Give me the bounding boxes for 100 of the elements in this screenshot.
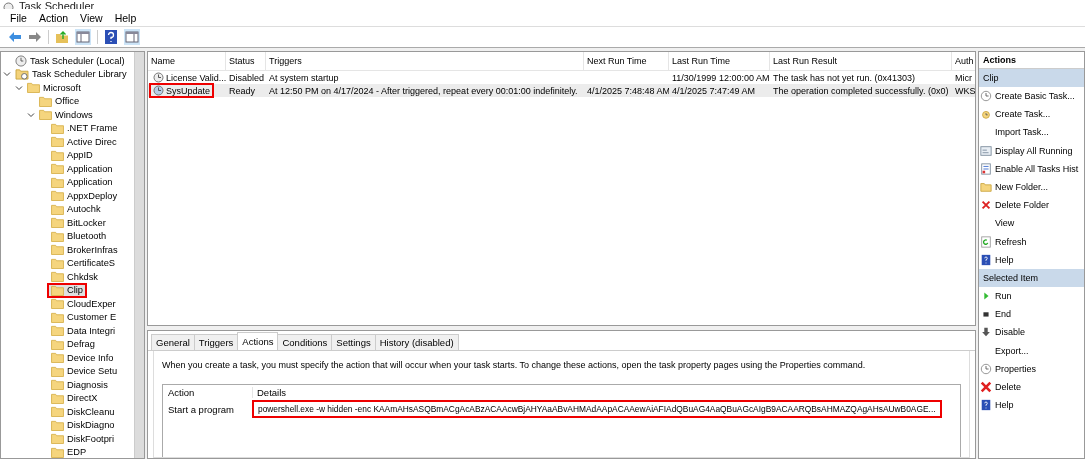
description-text: When you create a task, you must specify the action that will occur when your task starts. To change these actions, open the task property pages using the Properties command.	[162, 360, 867, 370]
folder-icon	[51, 257, 64, 269]
folder-icon	[39, 95, 52, 107]
help-icon[interactable]	[104, 29, 118, 45]
column-header[interactable]: Next Run Time	[584, 52, 669, 71]
column-header[interactable]: Name	[148, 52, 226, 71]
table-cell: Micr	[955, 72, 972, 83]
column-header[interactable]: Last Run Result	[770, 52, 952, 71]
action-item[interactable]: Display All Running	[979, 141, 1084, 160]
column-header[interactable]: Action	[163, 386, 252, 398]
column-header[interactable]: Triggers	[266, 52, 584, 71]
action-item[interactable]: View	[979, 214, 1084, 233]
table-cell: Ready	[229, 85, 255, 96]
section-header[interactable]: Selected Item	[979, 268, 1084, 287]
tree-item[interactable]: AppID	[49, 149, 95, 161]
tree-item[interactable]: BitLocker	[49, 217, 108, 229]
tree-item[interactable]: Defrag	[49, 338, 97, 350]
tree-item[interactable]: Data Integri	[49, 325, 118, 337]
action-item[interactable]: Create Basic Task...	[979, 87, 1084, 106]
tree-item[interactable]: Task Scheduler Library	[13, 68, 129, 81]
tree-item[interactable]: Application	[49, 176, 115, 188]
tree-item[interactable]: Diagnosis	[49, 379, 110, 391]
section-header[interactable]: Clip	[979, 69, 1084, 87]
action-item[interactable]: Create Task...	[979, 105, 1084, 124]
folder-icon	[51, 298, 64, 310]
menu-item[interactable]: View	[74, 10, 109, 25]
forward-arrow-icon[interactable]	[28, 31, 42, 43]
folder-icon	[980, 181, 992, 194]
tree-item[interactable]: CloudExper	[49, 298, 118, 310]
folder-icon	[51, 365, 64, 377]
task-row[interactable]: License Valid...	[148, 71, 226, 84]
panel-toggle-icon[interactable]	[75, 29, 91, 45]
tree-item[interactable]: .NET Frame	[49, 122, 120, 134]
folder-icon	[51, 244, 64, 256]
action-item[interactable]: Export...	[979, 341, 1084, 360]
action-item[interactable]: End	[979, 305, 1084, 324]
tree-item[interactable]: Chkdsk	[49, 271, 100, 283]
expand-chevron-icon[interactable]	[27, 110, 35, 119]
folder-icon	[51, 392, 64, 404]
table-cell-text: Start a program	[167, 403, 235, 415]
action-item[interactable]: Help	[979, 250, 1084, 269]
column-header[interactable]: Status	[226, 52, 266, 71]
back-arrow-icon[interactable]	[8, 31, 22, 43]
action-item[interactable]: Run	[979, 286, 1084, 306]
tree-item[interactable]: Office	[37, 95, 82, 107]
folder-clock-icon	[15, 68, 29, 81]
tab[interactable]: History (disabled)	[374, 334, 459, 350]
expand-chevron-icon[interactable]	[3, 70, 11, 79]
tab[interactable]: Conditions	[277, 334, 333, 350]
action-item[interactable]: Properties	[979, 359, 1084, 378]
action-item[interactable]: Import Task...	[979, 123, 1084, 142]
folder-up-icon[interactable]	[55, 30, 69, 44]
action-item[interactable]: Delete Folder	[979, 196, 1084, 215]
action-item[interactable]: Enable All Tasks Hist	[979, 159, 1084, 178]
tree-item[interactable]: DirectX	[49, 392, 100, 404]
tree-item[interactable]: Windows	[37, 109, 95, 121]
column-header[interactable]: Details	[252, 386, 287, 398]
column-header[interactable]: Last Run Time	[669, 52, 770, 71]
tree-item[interactable]: BrokerInfras	[49, 244, 120, 256]
table-cell: The task has not yet run. (0x41303)	[773, 72, 916, 83]
tree-item[interactable]: Microsoft	[25, 82, 83, 94]
tree-item[interactable]: Active Direc	[49, 136, 119, 148]
tree-item[interactable]: Task Scheduler (Local)	[13, 54, 127, 67]
tree-item[interactable]: Bluetooth	[49, 230, 109, 242]
tree-item[interactable]: Customer E	[49, 311, 119, 323]
tree-item[interactable]: EDP	[49, 446, 89, 458]
tree-item[interactable]: Autochk	[49, 203, 103, 215]
folder-icon	[51, 217, 64, 229]
tree-item[interactable]: DiskCleanu	[49, 406, 117, 418]
folder-icon	[51, 203, 64, 215]
folder-icon	[51, 311, 64, 323]
tree-item[interactable]: AppxDeploy	[49, 190, 120, 202]
tree-item[interactable]: Device Info	[49, 352, 116, 364]
folder-icon	[51, 379, 64, 391]
menu-item[interactable]: File	[4, 10, 33, 25]
tab[interactable]: Triggers	[193, 334, 239, 350]
action-item[interactable]: Refresh	[979, 232, 1084, 251]
action-item[interactable]: New Folder...	[979, 177, 1084, 197]
action-item[interactable]: Help	[979, 396, 1084, 415]
menu-item[interactable]: Action	[32, 10, 75, 25]
tree-item[interactable]: DiskDiagno	[49, 419, 117, 431]
tree-item[interactable]: DiskFootpri	[49, 433, 116, 445]
tree-item[interactable]: CertificateS	[49, 257, 118, 269]
task-row[interactable]: SysUpdate	[148, 84, 226, 97]
panel-toggle-icon[interactable]	[124, 29, 140, 45]
scrollbar[interactable]	[134, 52, 144, 458]
tab[interactable]: General	[151, 334, 195, 350]
action-item[interactable]: Delete	[979, 377, 1084, 396]
down-arrow-icon	[980, 326, 992, 339]
folder-icon	[51, 325, 64, 337]
menu-item[interactable]: Help	[108, 10, 143, 25]
folder-icon	[51, 176, 64, 188]
tab[interactable]: Settings	[331, 334, 376, 350]
delete-icon	[980, 199, 992, 212]
tree-item[interactable]: Application	[49, 163, 115, 175]
tree-item[interactable]: Clip	[49, 284, 85, 296]
folder-icon	[27, 82, 40, 94]
tree-item[interactable]: Device Setu	[49, 365, 120, 377]
expand-chevron-icon[interactable]	[15, 83, 23, 92]
action-item[interactable]: Disable	[979, 323, 1084, 342]
